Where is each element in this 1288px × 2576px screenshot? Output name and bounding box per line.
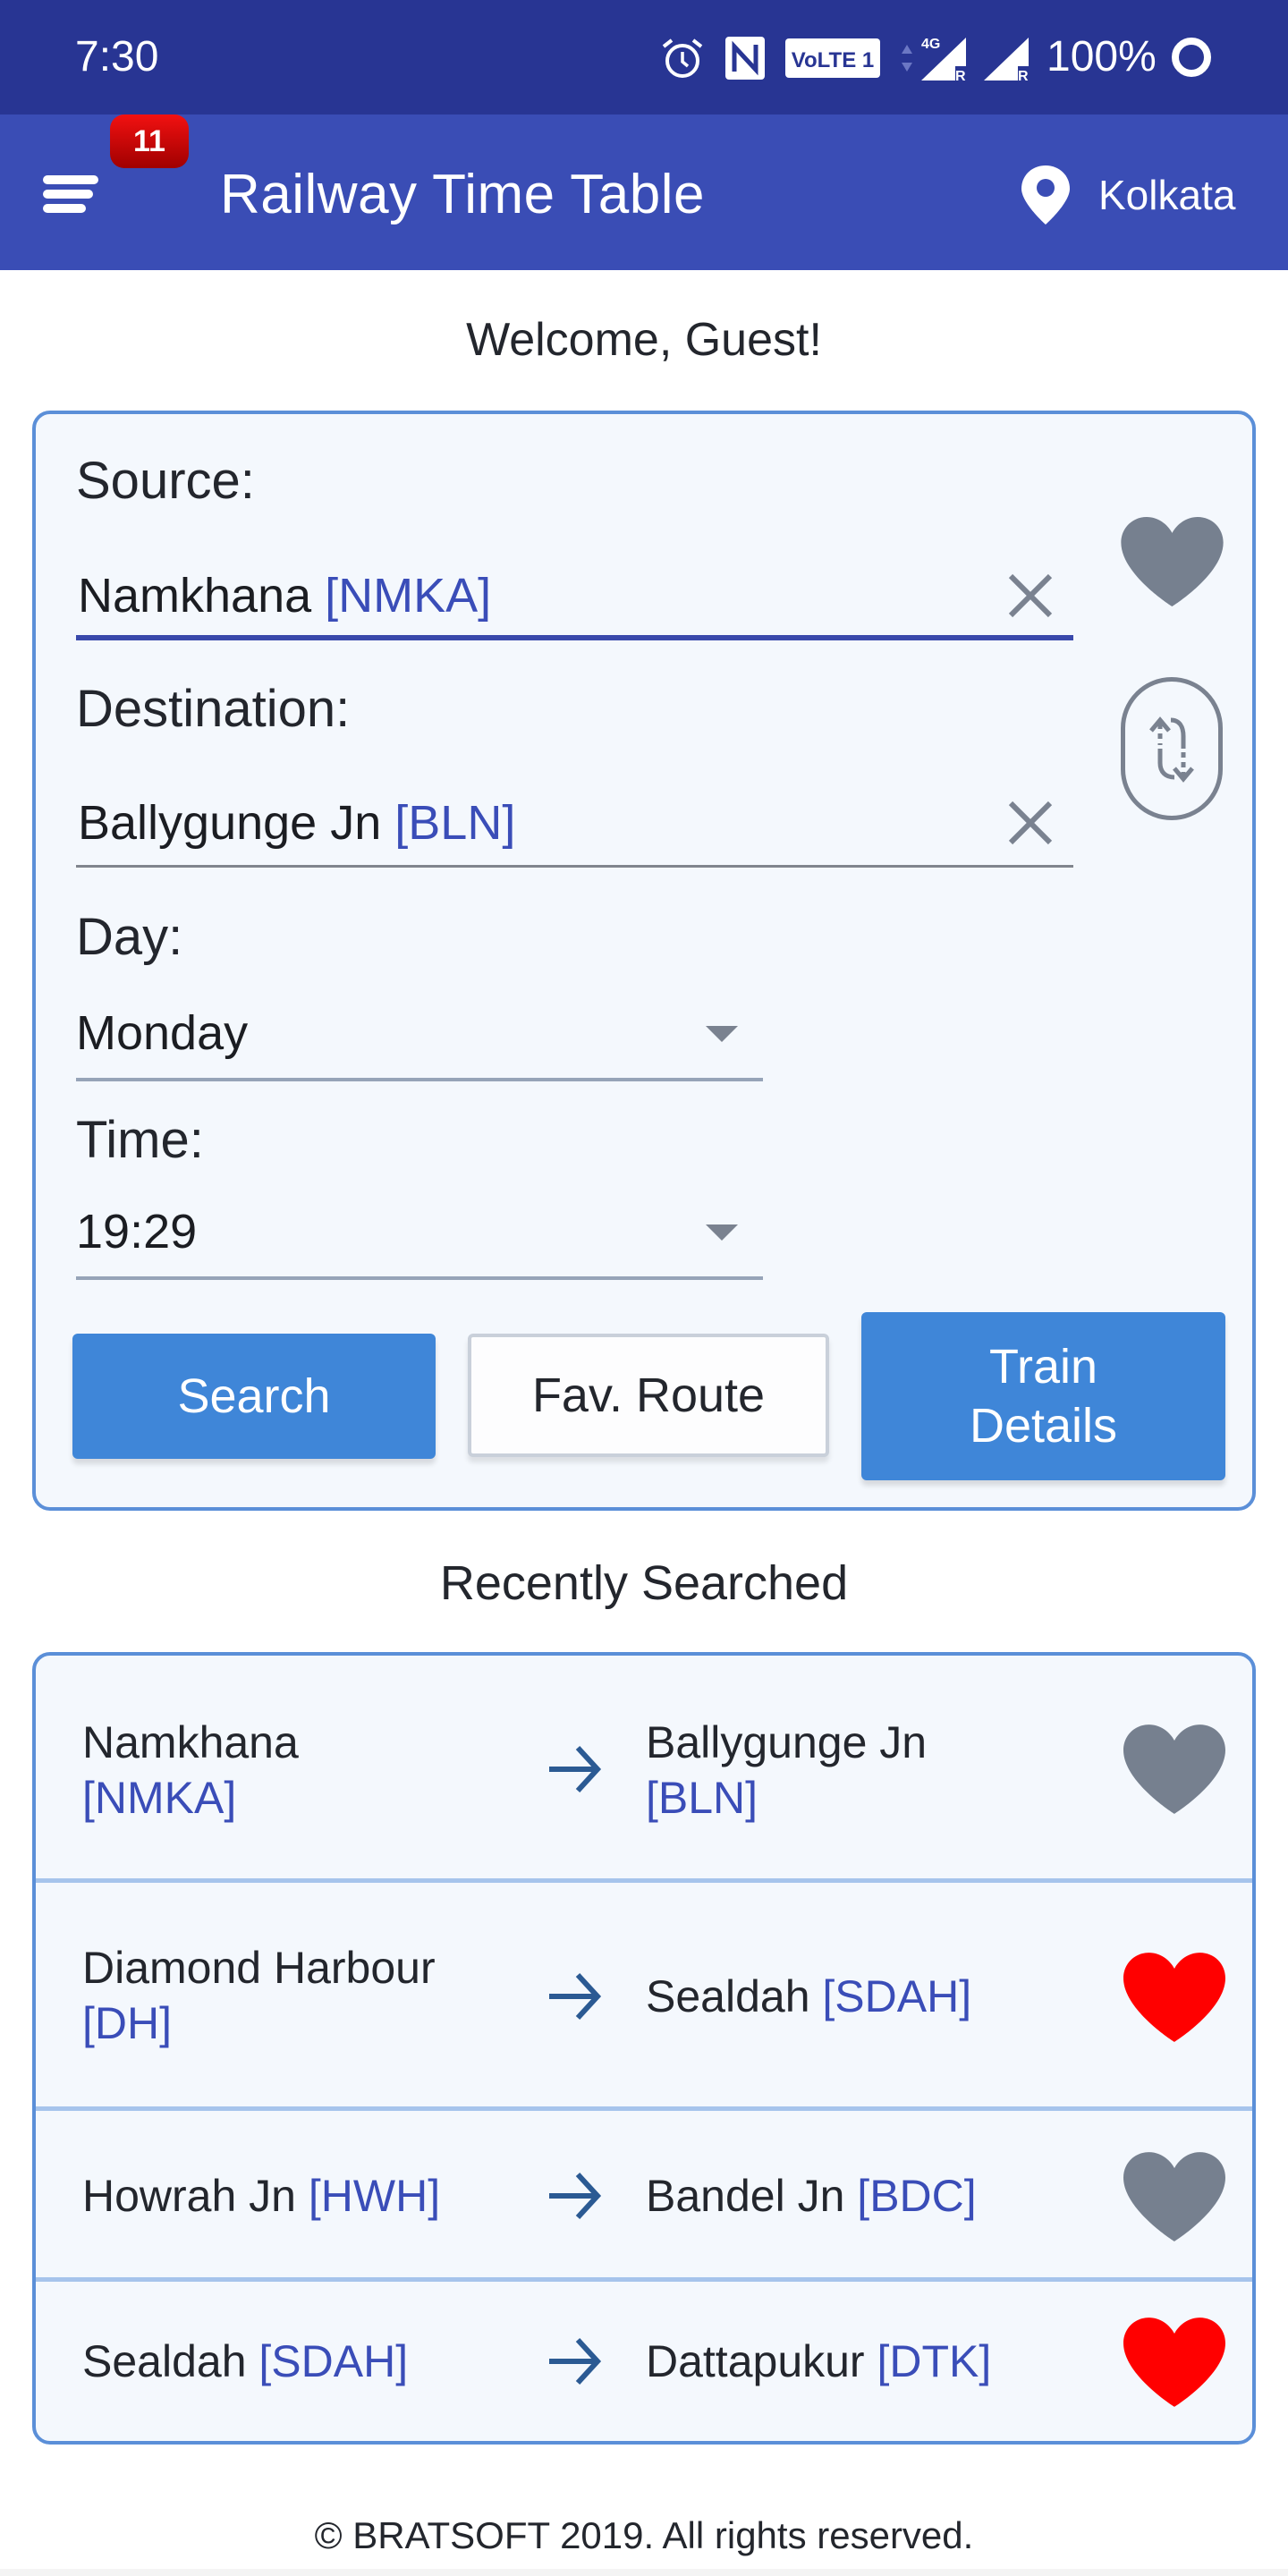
- dropdown-arrow-icon: [706, 1026, 738, 1042]
- data-arrows-icon: [900, 43, 914, 73]
- arrow-right-icon: [549, 1745, 602, 1793]
- close-icon: [1008, 573, 1053, 618]
- recent-search-item[interactable]: Sealdah [SDAH] Dattapukur [DTK]: [36, 2282, 1252, 2441]
- volte-icon: VoLTE 1: [785, 38, 880, 78]
- status-bar: 7:30 VoLTE 1 4G R R 100%: [0, 0, 1288, 114]
- battery-level: 100%: [1046, 33, 1157, 80]
- from-station-code: [SDAH]: [258, 2336, 409, 2386]
- status-icons: VoLTE 1 4G R R: [660, 34, 1052, 82]
- time-select[interactable]: 19:29: [76, 1196, 763, 1280]
- favorite-heart-icon[interactable]: [1121, 517, 1224, 606]
- time-value: 19:29: [76, 1205, 198, 1258]
- to-station-code: [BDC]: [857, 2171, 977, 2221]
- location-selector[interactable]: Kolkata: [1020, 159, 1235, 231]
- from-station: Sealdah [SDAH]: [82, 2334, 547, 2389]
- to-station: Dattapukur [DTK]: [646, 2334, 1111, 2389]
- clear-source-button[interactable]: [1005, 571, 1055, 621]
- from-station-code: [DH]: [82, 1998, 172, 2048]
- status-time: 7:30: [75, 33, 159, 80]
- from-station: Howrah Jn [HWH]: [82, 2168, 547, 2224]
- destination-underline: [76, 865, 1073, 868]
- destination-input[interactable]: Ballygunge Jn [BLN]: [76, 787, 1073, 868]
- day-select[interactable]: Monday: [76, 997, 763, 1081]
- from-station-code: [HWH]: [308, 2171, 441, 2221]
- source-station-name: Namkhana: [78, 569, 312, 623]
- clear-destination-button[interactable]: [1005, 798, 1055, 848]
- train-details-button[interactable]: Train Details: [861, 1312, 1225, 1480]
- source-underline: [76, 635, 1073, 640]
- alarm-icon: [660, 36, 705, 80]
- from-station-code: [NMKA]: [82, 1773, 237, 1823]
- welcome-message: Welcome, Guest!: [466, 314, 822, 366]
- day-value: Monday: [76, 1006, 249, 1060]
- dropdown-arrow-icon: [706, 1224, 738, 1241]
- day-underline: [76, 1078, 763, 1081]
- map-pin-icon: [1021, 165, 1070, 225]
- from-station-name: Howrah Jn: [82, 2171, 296, 2221]
- nfc-icon: [724, 36, 766, 80]
- favorite-heart-icon[interactable]: [1123, 1724, 1225, 1814]
- source-input[interactable]: Namkhana [NMKA]: [76, 560, 1073, 640]
- app-bar: 11 Railway Time Table Kolkata: [0, 114, 1288, 270]
- fav-route-button[interactable]: Fav. Route: [468, 1334, 829, 1457]
- favorite-heart-icon[interactable]: [1123, 1953, 1225, 2042]
- swap-stations-button[interactable]: [1121, 677, 1223, 820]
- to-station-name: Bandel Jn: [646, 2171, 845, 2221]
- source-label: Source:: [76, 452, 255, 510]
- from-station-name: Namkhana: [82, 1717, 299, 1767]
- recent-search-item[interactable]: Namkhana [NMKA] Ballygunge Jn [BLN]: [36, 1656, 1252, 1883]
- svg-text:VoLTE 1: VoLTE 1: [792, 48, 874, 72]
- hamburger-menu-icon: [43, 175, 98, 184]
- recently-searched-title: Recently Searched: [439, 1556, 849, 1610]
- from-station-name: Diamond Harbour: [82, 1943, 436, 1993]
- destination-station-code: [BLN]: [394, 796, 516, 850]
- copyright-footer: © BRATSOFT 2019. All rights reserved.: [314, 2514, 974, 2556]
- to-station: Bandel Jn [BDC]: [646, 2168, 1111, 2224]
- recent-search-item[interactable]: Diamond Harbour [DH] Sealdah [SDAH]: [36, 1883, 1252, 2111]
- from-station-name: Sealdah: [82, 2336, 247, 2386]
- destination-value: Ballygunge Jn [BLN]: [78, 787, 515, 859]
- svg-text:4G: 4G: [921, 37, 940, 52]
- from-station: Namkhana [NMKA]: [82, 1715, 547, 1826]
- to-station-code: [SDAH]: [822, 1971, 972, 2021]
- time-underline: [76, 1276, 763, 1280]
- to-station: Ballygunge Jn [BLN]: [646, 1715, 1111, 1826]
- signal-icon: R: [982, 34, 1032, 82]
- hamburger-menu-icon-line: [43, 204, 86, 213]
- location-name: Kolkata: [1098, 172, 1236, 218]
- arrow-right-icon: [549, 2337, 602, 2385]
- arrow-right-icon: [549, 2172, 602, 2220]
- destination-label: Destination:: [76, 680, 351, 738]
- recent-search-item[interactable]: Howrah Jn [HWH] Bandel Jn [BDC]: [36, 2111, 1252, 2282]
- search-button[interactable]: Search: [72, 1334, 436, 1459]
- to-station-name: Dattapukur: [646, 2336, 865, 2386]
- to-station-name: Ballygunge Jn: [646, 1717, 928, 1767]
- to-station-code: [DTK]: [877, 2336, 992, 2386]
- svg-text:R: R: [955, 69, 966, 82]
- source-station-code: [NMKA]: [325, 569, 492, 623]
- hamburger-menu-icon-line: [43, 190, 93, 199]
- swap-icon: [1149, 716, 1194, 783]
- arrow-right-icon: [549, 1972, 602, 2021]
- to-station: Sealdah [SDAH]: [646, 1969, 1111, 2024]
- battery-icon: [1172, 38, 1211, 77]
- day-label: Day:: [76, 908, 183, 966]
- favorite-heart-icon[interactable]: [1123, 2318, 1225, 2407]
- app-title: Railway Time Table: [220, 164, 705, 225]
- svg-text:R: R: [1018, 69, 1029, 82]
- bottom-strip: [0, 2569, 1288, 2576]
- to-station-name: Sealdah: [646, 1971, 810, 2021]
- recent-searches-list: Namkhana [NMKA] Ballygunge Jn [BLN] Diam…: [32, 1652, 1256, 2445]
- close-icon: [1008, 801, 1053, 845]
- to-station-code: [BLN]: [646, 1773, 758, 1823]
- source-value: Namkhana [NMKA]: [78, 560, 491, 631]
- search-form-card: Source: Namkhana [NMKA] Destination: Bal…: [32, 411, 1256, 1511]
- destination-station-name: Ballygunge Jn: [78, 796, 382, 850]
- from-station: Diamond Harbour [DH]: [82, 1940, 547, 2051]
- notification-badge[interactable]: 11: [110, 114, 189, 168]
- signal-4g-icon: 4G R: [919, 34, 970, 82]
- time-label: Time:: [76, 1111, 204, 1169]
- favorite-heart-icon[interactable]: [1123, 2152, 1225, 2241]
- menu-button[interactable]: [36, 172, 107, 222]
